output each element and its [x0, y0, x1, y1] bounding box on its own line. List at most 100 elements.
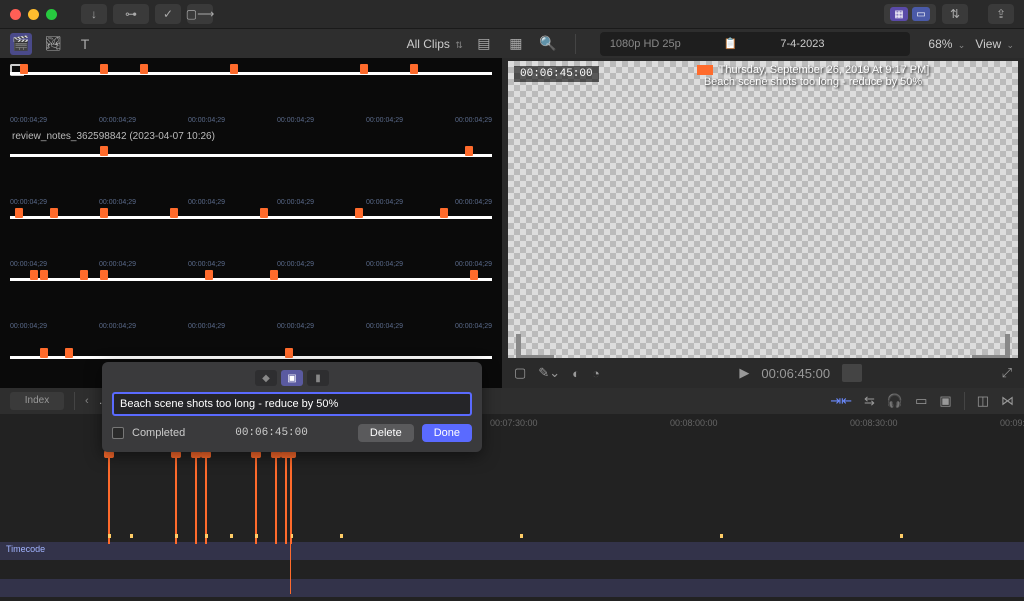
delete-button[interactable]: Delete [358, 424, 414, 442]
clip-marker[interactable] [40, 348, 48, 358]
fullscreen-icon[interactable]: ⤢ [1002, 365, 1012, 381]
clip-marker[interactable] [205, 270, 213, 280]
timeline-tick [255, 534, 258, 538]
timeline-tick [520, 534, 523, 538]
close-window[interactable] [10, 9, 21, 20]
calendar-icon: 📋 [724, 37, 738, 50]
library-icon[interactable]: 🎬 [10, 33, 32, 55]
project-info-box: 1080p HD 25p 📋 7-4-2023 [600, 32, 911, 56]
safe-zone-bl [516, 334, 554, 360]
clip-marker[interactable] [470, 270, 478, 280]
workspace-timeline-icon[interactable]: ▭ [912, 7, 930, 21]
import-button[interactable]: ↓ [81, 4, 107, 24]
clip-marker[interactable] [440, 208, 448, 218]
overlay-line2: Beach scene shots too long - reduce by 5… [704, 76, 922, 88]
clip-marker[interactable] [465, 146, 473, 156]
timeline-tick [175, 534, 178, 538]
clip-marker[interactable] [360, 64, 368, 74]
zoom-level[interactable]: 68% ⌄ [928, 37, 965, 51]
tool-connect-icon[interactable]: ◫ [977, 393, 989, 409]
workspace-browser-icon[interactable]: ▦ [890, 7, 908, 21]
timeline-marker[interactable] [275, 454, 277, 544]
clip-marker[interactable] [65, 348, 73, 358]
marker-tab-chapter[interactable]: ▮ [307, 370, 329, 386]
tool-select-icon[interactable]: ⇥⇤ [830, 393, 852, 409]
view-menu[interactable]: View ⌄ [975, 37, 1014, 51]
timeline-tracks[interactable]: Timecode [0, 434, 1024, 594]
index-button[interactable]: Index [10, 392, 64, 410]
clip-marker[interactable] [100, 146, 108, 156]
clip-marker[interactable] [50, 208, 58, 218]
timeline-marker[interactable] [205, 454, 207, 544]
completed-checkbox[interactable] [112, 427, 124, 439]
timeline-tick [340, 534, 343, 538]
timeline-marker[interactable] [195, 454, 197, 544]
clip-marker[interactable] [230, 64, 238, 74]
minimize-window[interactable] [28, 9, 39, 20]
keyword-button[interactable]: ⊶ [113, 4, 149, 24]
audio-meter [842, 364, 862, 382]
clip-marker[interactable] [410, 64, 418, 74]
marker-timecode: 00:06:45:00 [235, 427, 308, 439]
nav-prev-icon[interactable]: ‹ [85, 395, 89, 407]
format-label: 1080p HD 25p [610, 38, 681, 50]
timeline-tick [130, 534, 133, 538]
timeline-marker[interactable] [255, 454, 257, 544]
filmstrip-row[interactable]: 00:00:04;2900:00:04;2900:00:04;2900:00:0… [10, 146, 492, 208]
clips-filter[interactable]: All Clips ⇅ [407, 37, 463, 51]
timeline-marker[interactable] [108, 454, 110, 544]
photos-icon[interactable]: 🏞 [42, 33, 64, 55]
timeline-tick [230, 534, 233, 538]
play-button[interactable]: ▶ [739, 365, 749, 381]
clip-marker[interactable] [100, 208, 108, 218]
tool-insert-icon[interactable]: ⋈ [1001, 393, 1014, 409]
timeline-marker[interactable] [175, 454, 177, 544]
filmstrip-row[interactable]: 00:00:04;2900:00:04;2900:00:04;2900:00:0… [10, 64, 492, 126]
timecode-track[interactable] [0, 542, 1024, 560]
done-button[interactable]: Done [422, 424, 472, 442]
extensions-button[interactable]: ▢⟶ [187, 4, 213, 24]
clip-marker[interactable] [30, 270, 38, 280]
clip-marker[interactable] [40, 270, 48, 280]
transform-icon[interactable]: ▢ [514, 365, 526, 381]
transport-timecode: 00:06:45:00 [761, 366, 830, 381]
clip-marker[interactable] [355, 208, 363, 218]
clip-marker[interactable] [15, 208, 23, 218]
retime-icon[interactable]: ◔ [592, 366, 600, 381]
zoom-window[interactable] [46, 9, 57, 20]
marker-tab-standard[interactable]: ◆ [255, 370, 277, 386]
crop-icon[interactable]: ✎⌄ [538, 365, 560, 381]
inspector-toggle[interactable]: ⇅ [942, 4, 968, 24]
list-icon[interactable]: ▦ [505, 33, 527, 55]
playhead[interactable] [290, 434, 291, 594]
filmstrip-row[interactable]: 00:00:04;2900:00:04;2900:00:04;2900:00:0… [10, 270, 492, 332]
safe-zone-br [972, 334, 1010, 360]
timeline-marker[interactable] [285, 454, 287, 544]
video-track[interactable] [0, 579, 1024, 597]
clip-marker[interactable] [100, 64, 108, 74]
clip-marker[interactable] [140, 64, 148, 74]
share-button[interactable]: ⇪ [988, 4, 1014, 24]
clip-marker[interactable] [20, 64, 28, 74]
clip-name-label: review_notes_362598842 (2023-04-07 10:26… [12, 131, 215, 142]
clip-marker[interactable] [270, 270, 278, 280]
filmstrip-row[interactable]: 00:00:04;2900:00:04;2900:00:04;2900:00:0… [10, 208, 492, 270]
tool-skim-icon[interactable]: ▣ [939, 393, 951, 409]
background-tasks-button[interactable]: ✓ [155, 4, 181, 24]
enhance-icon[interactable]: ◐ [572, 366, 580, 381]
marker-note-input[interactable] [112, 392, 472, 416]
search-icon[interactable]: 🔍 [537, 33, 559, 55]
clip-marker[interactable] [285, 348, 293, 358]
viewer-canvas[interactable] [508, 61, 1018, 368]
marker-tab-todo[interactable]: ▣ [281, 370, 303, 386]
clip-marker[interactable] [170, 208, 178, 218]
tool-snap-icon[interactable]: ▭ [915, 393, 927, 409]
clip-browser: 00:00:04;2900:00:04;2900:00:04;2900:00:0… [0, 58, 502, 388]
tool-trim-icon[interactable]: ⇆ [864, 393, 875, 409]
clip-marker[interactable] [260, 208, 268, 218]
titles-icon[interactable]: T [74, 33, 96, 55]
filmstrip-icon[interactable]: ▤ [473, 33, 495, 55]
clip-marker[interactable] [100, 270, 108, 280]
clip-marker[interactable] [80, 270, 88, 280]
tool-audio-icon[interactable]: 🎧 [887, 393, 903, 409]
